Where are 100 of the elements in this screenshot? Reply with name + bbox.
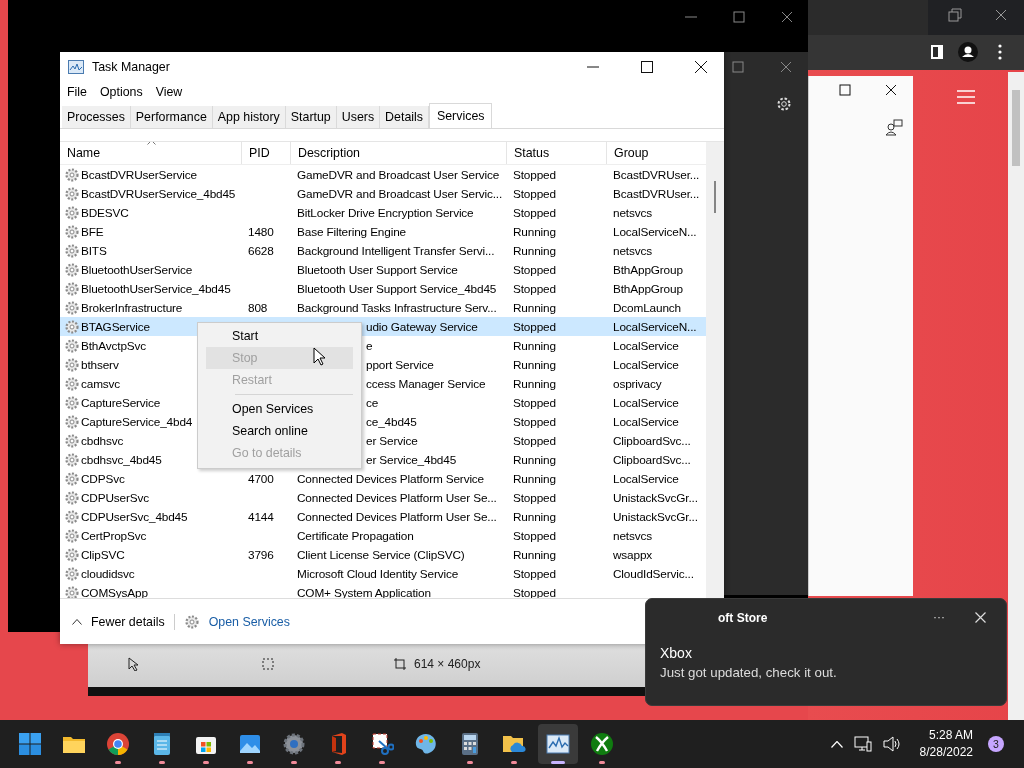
open-services-link[interactable]: Open Services <box>208 614 290 629</box>
close-icon[interactable] <box>885 84 897 96</box>
window-title: Task Manager <box>92 60 171 74</box>
description-text: Certificate Propagation <box>297 528 414 543</box>
group-text: ClipboardSvc... <box>613 452 691 467</box>
maximize-icon[interactable] <box>839 84 851 96</box>
column-header[interactable]: Group <box>607 142 706 164</box>
group-text: LocalServiceN... <box>613 319 697 334</box>
gear-icon <box>64 318 80 335</box>
menu-item[interactable]: Options <box>99 85 143 99</box>
clock-time[interactable]: 5:28 AM <box>928 727 973 744</box>
tab[interactable]: Startup <box>285 106 337 128</box>
rectangle-select-icon[interactable] <box>262 657 274 670</box>
group-text: LocalService <box>613 471 679 486</box>
column-header[interactable]: Name <box>60 142 242 164</box>
column-header[interactable]: PID <box>242 142 291 164</box>
description-text: Connected Devices Platform User Se... <box>297 490 497 505</box>
mouse-cursor-icon <box>313 347 325 366</box>
restore-icon[interactable] <box>948 8 962 22</box>
pid-text: 3796 <box>248 547 274 562</box>
status-text: Stopped <box>513 281 556 296</box>
service-name: CDPUserSvc <box>81 490 149 505</box>
menu-item[interactable]: File <box>67 85 87 99</box>
network-icon[interactable] <box>853 736 872 752</box>
more-button[interactable]: ··· <box>933 610 945 624</box>
fewer-details-link[interactable]: Fewer details <box>91 614 165 629</box>
service-name: CDPSvc <box>81 471 125 486</box>
service-name: CaptureService <box>81 395 161 410</box>
tab[interactable]: Processes <box>62 106 131 128</box>
service-name: BthAvctpSvc <box>81 338 146 353</box>
people-icon[interactable] <box>885 118 903 136</box>
more-icon[interactable] <box>998 44 1002 60</box>
menu-item[interactable]: Open Services <box>206 398 353 420</box>
service-name: BITS <box>81 243 107 258</box>
service-name: cbdhsvc <box>81 433 124 448</box>
service-name: CDPUserSvc_4bd45 <box>81 509 188 524</box>
notification-app-name: oft Store <box>718 611 769 625</box>
group-text: LocalService <box>613 414 679 429</box>
tab[interactable]: Services <box>428 103 493 128</box>
profile-icon[interactable] <box>958 42 978 62</box>
crop-icon[interactable] <box>394 657 406 670</box>
column-header[interactable]: Description <box>291 142 507 164</box>
menu-item[interactable]: Search online <box>206 420 353 442</box>
volume-icon[interactable] <box>882 736 901 752</box>
group-text: UnistackSvcGr... <box>613 509 698 524</box>
service-name: BluetoothUserService <box>81 262 193 277</box>
tab[interactable]: Details <box>380 106 429 128</box>
menu-item[interactable]: View <box>155 85 183 99</box>
close-icon[interactable] <box>780 10 794 24</box>
gear-icon <box>64 413 80 430</box>
tab[interactable]: App history <box>212 106 286 128</box>
gear-icon <box>64 489 80 506</box>
settings-icon[interactable] <box>776 96 792 112</box>
scrollbar[interactable] <box>706 142 724 598</box>
status-text: Stopped <box>513 319 556 334</box>
status-text: Running <box>513 338 556 353</box>
service-name: ClipSVC <box>81 547 125 562</box>
status-text: Running <box>513 509 556 524</box>
group-text: BthAppGroup <box>613 281 683 296</box>
gear-icon <box>183 613 200 630</box>
status-text: Running <box>513 547 556 562</box>
group-text: LocalServiceN... <box>613 224 697 239</box>
chevron-up-icon[interactable] <box>72 618 82 625</box>
tab[interactable]: Performance <box>130 106 213 128</box>
gear-icon <box>64 527 80 544</box>
scrollbar[interactable] <box>1008 72 1024 720</box>
group-text: netsvcs <box>613 243 652 258</box>
group-text: LocalService <box>613 395 679 410</box>
description-text: ce_4bd45 <box>366 414 417 429</box>
gear-icon <box>64 394 80 411</box>
gear-icon <box>64 432 80 449</box>
close-icon[interactable] <box>695 61 707 73</box>
menu-icon[interactable] <box>957 90 975 104</box>
service-name: BrokerInfrastructure <box>81 300 183 315</box>
group-text: BcastDVRUser... <box>613 167 700 182</box>
description-text: Microsoft Cloud Identity Service <box>297 566 459 581</box>
description-text: Connected Devices Platform User Se... <box>297 509 497 524</box>
status-text: Stopped <box>513 395 556 410</box>
service-name: BDESVC <box>81 205 129 220</box>
tab[interactable]: Users <box>336 106 381 128</box>
group-text: netsvcs <box>613 528 652 543</box>
close-icon[interactable] <box>994 8 1008 22</box>
clock-date[interactable]: 8/28/2022 <box>919 744 973 761</box>
status-text: Stopped <box>513 186 556 201</box>
maximize-icon[interactable] <box>641 61 653 73</box>
notification-body: Just got updated, check it out. <box>660 665 838 680</box>
status-text: Stopped <box>513 167 556 182</box>
cursor-icon[interactable] <box>128 656 138 671</box>
task-manager-icon[interactable] <box>538 724 578 764</box>
group-text: DcomLaunch <box>613 300 681 315</box>
sidebar-icon[interactable] <box>930 44 944 60</box>
description-text: udio Gateway Service <box>366 319 478 334</box>
notification-badge[interactable]: 3 <box>988 736 1004 752</box>
notification[interactable]: oft Store ··· Xbox Just got updated, check it out. <box>645 598 1007 706</box>
column-header[interactable]: Status <box>507 142 607 164</box>
description-text: Base Filtering Engine <box>297 224 406 239</box>
status-text: Stopped <box>513 528 556 543</box>
description-text: pport Service <box>366 357 434 372</box>
gear-icon <box>64 451 80 468</box>
service-name: cloudidsvc <box>81 566 135 581</box>
